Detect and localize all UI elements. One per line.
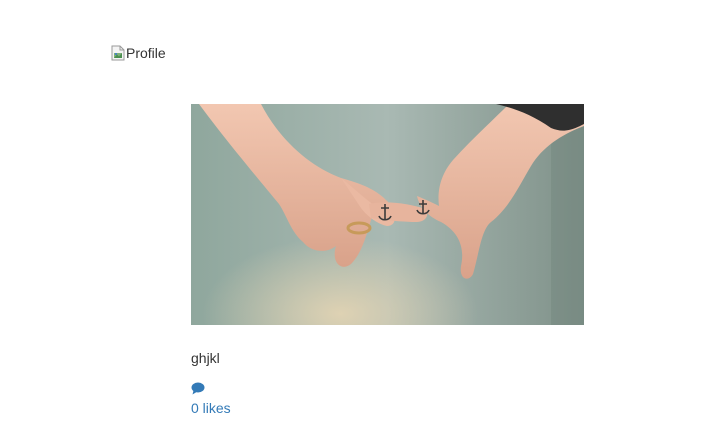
comment-icon[interactable] <box>191 382 205 395</box>
post-photo[interactable] <box>191 104 584 325</box>
profile-image-alt-text: Profile <box>126 45 166 61</box>
broken-image-icon <box>111 45 125 61</box>
likes-link[interactable]: 0 likes <box>191 400 231 416</box>
post-caption: ghjkl <box>191 350 220 366</box>
profile-image[interactable]: Profile <box>111 45 166 61</box>
post-page: Profile ghjkl 0 likes <box>0 0 724 448</box>
